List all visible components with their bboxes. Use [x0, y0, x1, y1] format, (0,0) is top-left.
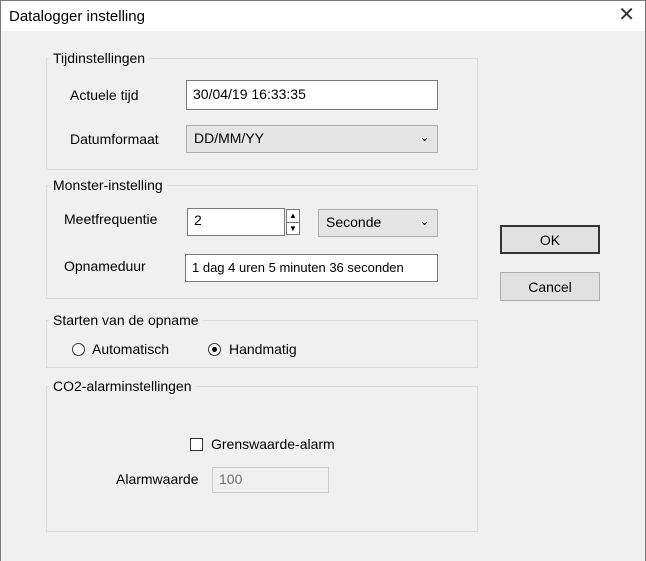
duration-label: Opnameduur	[64, 258, 146, 274]
frequency-unit-select[interactable]: Seconde ⌄	[318, 209, 438, 237]
title-bar: Datalogger instelling ✕	[1, 1, 645, 31]
radio-manual-label[interactable]: Handmatig	[229, 341, 297, 357]
date-format-label: Datumformaat	[70, 131, 159, 147]
chevron-down-icon: ⌄	[419, 129, 430, 144]
threshold-alarm-checkbox[interactable]	[190, 438, 203, 451]
threshold-alarm-label[interactable]: Grenswaarde-alarm	[211, 436, 335, 452]
cancel-button[interactable]: Cancel	[500, 272, 600, 301]
radio-automatic-label[interactable]: Automatisch	[92, 341, 169, 357]
radio-manual[interactable]	[208, 343, 221, 356]
time-settings-legend: Tijdinstellingen	[53, 50, 146, 66]
recording-start-group: Starten van de opname	[46, 312, 478, 368]
sample-settings-legend: Monster-instelling	[53, 177, 163, 193]
frequency-stepper[interactable]: ▲ ▼	[286, 209, 300, 235]
down-arrow-icon[interactable]: ▼	[287, 223, 299, 235]
datalogger-dialog: Datalogger instelling ✕ Tijdinstellingen…	[0, 0, 646, 561]
alarm-value-label: Alarmwaarde	[116, 471, 199, 487]
duration-field: 1 dag 4 uren 5 minuten 36 seconden	[185, 254, 438, 282]
actual-time-field[interactable]: 30/04/19 16:33:35	[186, 80, 438, 110]
close-icon[interactable]: ✕	[618, 4, 635, 26]
frequency-label: Meetfrequentie	[64, 211, 158, 227]
window-border-top	[0, 0, 646, 1]
dialog-title: Datalogger instelling	[9, 8, 145, 25]
radio-automatic[interactable]	[72, 343, 85, 356]
frequency-unit-value: Seconde	[326, 214, 382, 230]
ok-button[interactable]: OK	[500, 225, 600, 254]
co2-alarm-group: CO2-alarminstellingen	[46, 378, 478, 532]
co2-alarm-legend: CO2-alarminstellingen	[53, 378, 192, 394]
alarm-value-field[interactable]: 100	[212, 467, 329, 493]
date-format-value: DD/MM/YY	[194, 130, 264, 146]
window-border-left	[0, 0, 1, 561]
actual-time-label: Actuele tijd	[70, 87, 139, 103]
radio-selected-dot	[212, 347, 217, 352]
recording-start-legend: Starten van de opname	[53, 312, 199, 328]
up-arrow-icon[interactable]: ▲	[287, 210, 299, 223]
date-format-select[interactable]: DD/MM/YY ⌄	[186, 125, 438, 153]
frequency-input[interactable]: 2	[187, 208, 285, 236]
chevron-down-icon: ⌄	[419, 213, 430, 228]
